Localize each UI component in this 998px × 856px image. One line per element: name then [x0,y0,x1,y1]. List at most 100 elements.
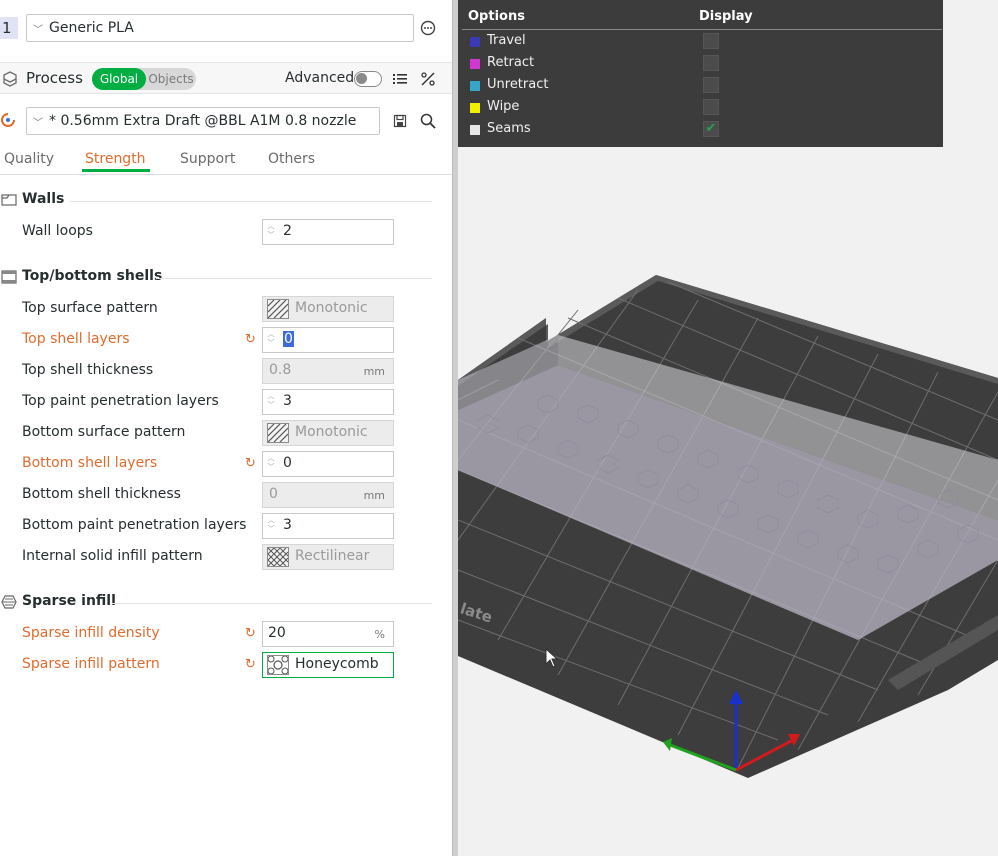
legend-swatch [470,37,480,47]
process-icon [2,71,18,91]
spin-arrows-icon[interactable]: ︿ ﹀ [266,516,276,536]
spin-arrows-icon[interactable]: ︿ ﹀ [266,330,276,350]
monotonic-pattern-icon [267,423,289,443]
sparse-infill-density-input[interactable]: 20 % [262,621,394,647]
wall-loops-row: Wall loops ︿ ﹀ 2 [0,219,452,245]
legend-display-header: Display [699,9,753,24]
filament-name: Generic PLA [49,20,134,36]
top-surface-pattern-label: Top surface pattern [22,300,158,316]
top-shell-layers-row: Top shell layers ↻ ︿ ﹀ 0 [0,327,452,353]
legend-row-seams: Seams ✔ [458,119,943,141]
top-shell-layers-input[interactable]: ︿ ﹀ 0 [262,327,394,353]
legend-display-checkbox[interactable] [703,55,719,71]
sparse-infill-density-label: Sparse infill density [22,625,160,641]
advanced-label: Advanced [285,70,355,86]
chevron-down-icon: ﹀ [33,24,43,36]
top-shell-thickness-row: Top shell thickness 0.8 mm [0,358,452,384]
legend-label: Travel [487,33,526,48]
legend-swatch [470,103,480,113]
sparse-infill-title: Sparse infill [22,593,116,609]
legend-display-checkbox[interactable] [703,33,719,49]
internal-solid-infill-select[interactable]: Rectilinear [262,544,394,570]
walls-title: Walls [22,191,65,207]
bottom-paint-penetration-input[interactable]: ︿ ﹀ 3 [262,513,394,539]
wall-loops-label: Wall loops [22,223,93,239]
sparse-infill-pattern-select[interactable]: Honeycomb [262,652,394,678]
spin-arrows-icon[interactable]: ︿ ﹀ [266,222,276,242]
top-shell-thickness-input[interactable]: 0.8 mm [262,358,394,384]
legend-row-retract: Retract [458,53,943,75]
3d-viewport[interactable]: late Options Display Travel Retract Unretr… [458,0,998,856]
bottom-paint-penetration-label: Bottom paint penetration layers [22,517,247,533]
topbottom-title: Top/bottom shells [22,268,163,284]
tab-support[interactable]: Support [180,151,235,167]
legend-label: Seams [487,121,531,136]
global-scope-button[interactable]: Global [92,68,146,90]
top-surface-pattern-select[interactable]: Monotonic [262,296,394,322]
reset-icon[interactable]: ↻ [245,332,256,347]
wall-loops-input[interactable]: ︿ ﹀ 2 [262,219,394,245]
internal-solid-infill-row: Internal solid infill pattern Rectilinea… [0,544,452,570]
bottom-surface-pattern-row: Bottom surface pattern Monotonic [0,420,452,446]
scope-toggle: Global Objects [92,68,196,90]
legend-display-checkbox[interactable] [703,99,719,115]
legend-swatch [470,59,480,69]
bottom-surface-pattern-select[interactable]: Monotonic [262,420,394,446]
reset-icon[interactable]: ↻ [245,456,256,471]
more-options-icon[interactable] [418,18,438,38]
legend-row-unretract: Unretract [458,75,943,97]
top-paint-penetration-input[interactable]: ︿ ﹀ 3 [262,389,394,415]
legend-display-checkbox[interactable]: ✔ [703,121,719,137]
top-paint-penetration-label: Top paint penetration layers [22,393,219,409]
tab-quality[interactable]: Quality [4,151,54,167]
topbottom-section: Top/bottom shells [0,268,442,288]
advanced-toggle[interactable] [354,71,382,87]
bottom-shell-layers-input[interactable]: ︿ ﹀ 0 [262,451,394,477]
legend-row-wipe: Wipe [458,97,943,119]
save-icon[interactable] [390,111,410,131]
settings-sidebar: 1 ﹀ Generic PLA Process Global Objects A… [0,0,452,856]
sparse-infill-section: Sparse infill [0,593,442,613]
legend-display-checkbox[interactable] [703,77,719,93]
infill-icon [1,595,17,609]
top-paint-penetration-row: Top paint penetration layers ︿ ﹀ 3 [0,389,452,415]
reset-icon[interactable]: ↻ [245,657,256,672]
active-tab-indicator [82,169,150,172]
spin-arrows-icon[interactable]: ︿ ﹀ [266,392,276,412]
spin-arrows-icon[interactable]: ︿ ﹀ [266,454,276,474]
legend-label: Wipe [487,99,520,114]
process-title: Process [26,69,83,87]
tab-strength[interactable]: Strength [85,151,146,167]
settings-tabs: Quality Strength Support Others [0,148,452,175]
monotonic-pattern-icon [267,299,289,319]
legend-swatch [470,125,480,135]
tab-others[interactable]: Others [268,151,315,167]
filament-selector[interactable]: ﹀ Generic PLA [26,14,414,42]
process-preset-selector[interactable]: ﹀ * 0.56mm Extra Draft @BBL A1M 0.8 nozz… [26,107,380,135]
sparse-infill-pattern-row: Sparse infill pattern ↻ Honeycomb [0,652,452,678]
bottom-shell-layers-label: Bottom shell layers [22,455,158,471]
chevron-down-icon: ﹀ [33,117,43,129]
shells-icon [1,270,17,284]
process-header: Process Global Objects Advanced [0,62,452,94]
gcode-legend: Options Display Travel Retract Unretract Wi… [458,0,943,147]
walls-icon [1,193,17,207]
legend-options-header: Options [468,9,525,24]
process-preset-name: * 0.56mm Extra Draft @BBL A1M 0.8 nozzle [49,113,357,129]
top-surface-pattern-row: Top surface pattern Monotonic [0,296,452,322]
mouse-cursor-icon [545,648,559,668]
sparse-infill-pattern-label: Sparse infill pattern [22,656,160,672]
top-shell-thickness-label: Top shell thickness [22,362,154,378]
rectilinear-pattern-icon [267,547,289,567]
compare-icon[interactable] [418,69,438,89]
search-icon[interactable] [418,111,438,131]
legend-swatch [470,81,480,91]
honeycomb-pattern-icon [267,655,289,675]
preset-icon [0,112,16,132]
bottom-shell-thickness-input[interactable]: 0 mm [262,482,394,508]
reset-icon[interactable]: ↻ [245,626,256,641]
bottom-shell-thickness-row: Bottom shell thickness 0 mm [0,482,452,508]
list-icon[interactable] [390,69,410,89]
objects-scope-button[interactable]: Objects [146,68,196,90]
bottom-surface-pattern-label: Bottom surface pattern [22,424,186,440]
